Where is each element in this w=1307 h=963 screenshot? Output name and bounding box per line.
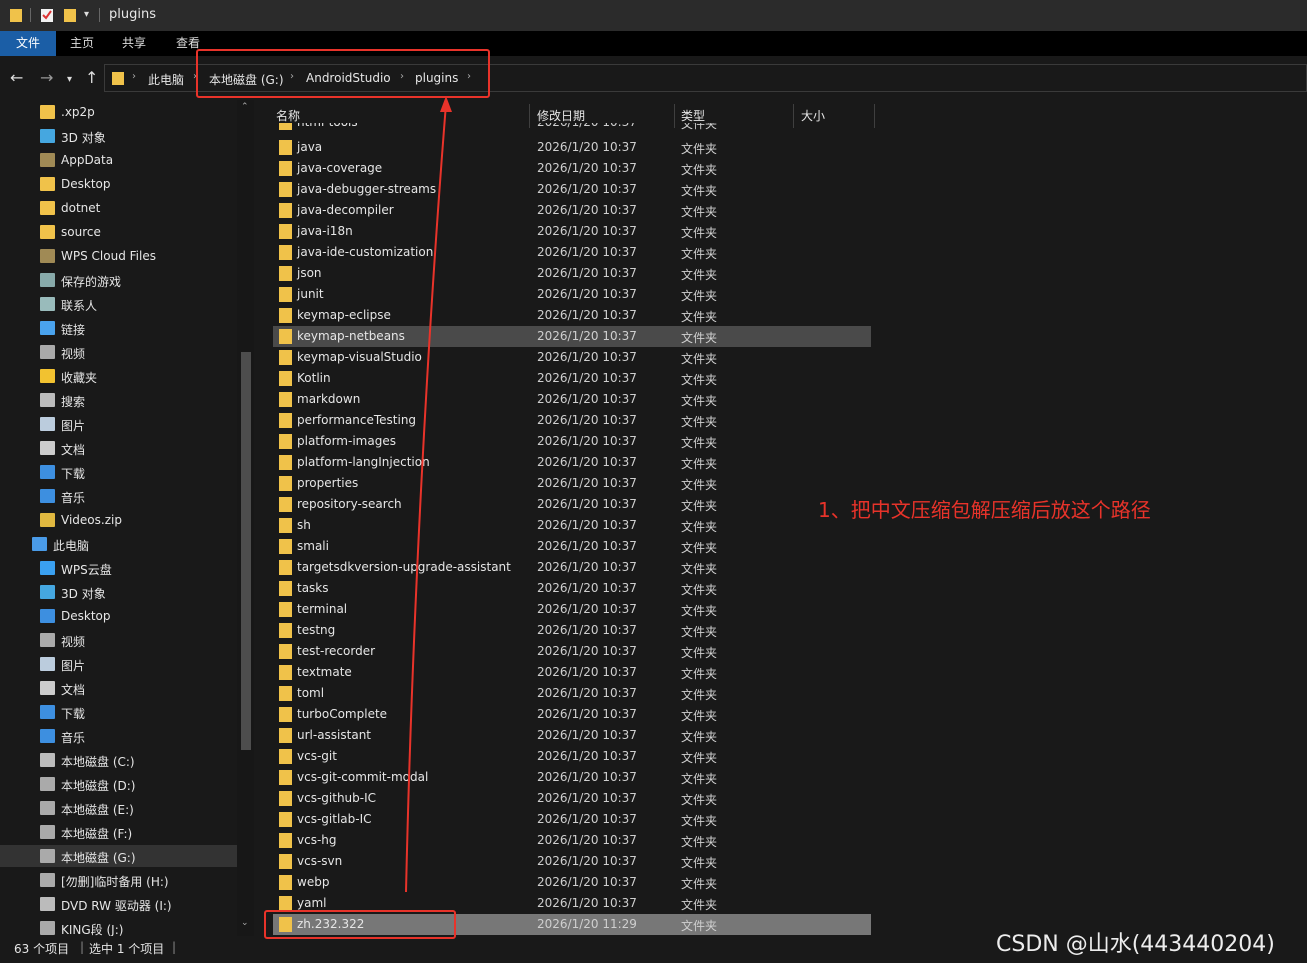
annotation-text: 1、把中文压缩包解压缩后放这个路径 [818,498,1151,522]
watermark: CSDN @山水(443440204) [996,932,1275,957]
annotation-arrow [405,96,452,893]
